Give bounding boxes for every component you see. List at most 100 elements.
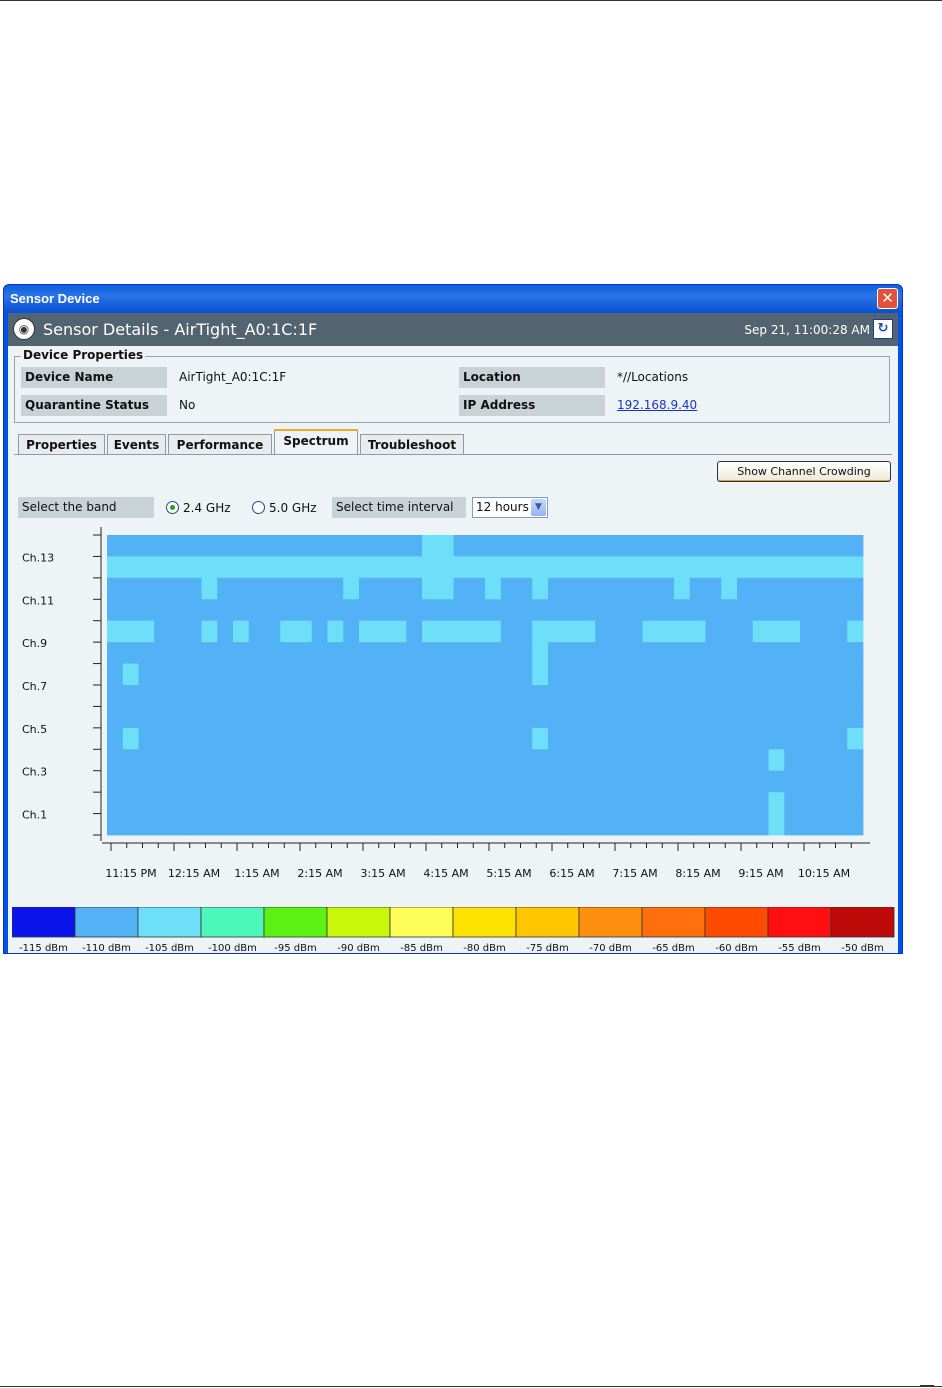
heatmap-cell [201, 813, 218, 836]
heatmap-cell [359, 663, 376, 686]
heatmap-cell [170, 663, 187, 686]
heatmap-cell [705, 792, 722, 814]
heatmap-cell [532, 813, 549, 836]
legend-label: -75 dBm [526, 943, 568, 953]
heatmap-cell [343, 556, 360, 579]
tab-divider [14, 454, 892, 455]
heatmap-cell [437, 792, 454, 814]
heatmap-cell [185, 813, 202, 836]
x-tick-label: 12:15 AM [168, 867, 220, 880]
heatmap-cell [217, 642, 234, 664]
heatmap-cell [296, 727, 313, 750]
band-radio-2-4ghz-label[interactable]: 2.4 GHz [183, 501, 231, 515]
heatmap-cell [548, 770, 565, 793]
heatmap-cell [201, 577, 218, 600]
heatmap-cell [406, 663, 423, 686]
heatmap-cell [217, 749, 234, 772]
tab-properties[interactable]: Properties [18, 434, 105, 455]
heatmap-cell [532, 792, 549, 814]
refresh-icon[interactable]: ↻ [873, 319, 893, 339]
heatmap-cell [532, 577, 549, 600]
heatmap-cell [122, 685, 139, 707]
heatmap-cell [831, 706, 848, 729]
tab-troubleshoot[interactable]: Troubleshoot [360, 434, 464, 455]
heatmap-cell [185, 770, 202, 793]
heatmap-cell [611, 749, 628, 772]
heatmap-cell [170, 599, 187, 622]
heatmap-cell [705, 642, 722, 664]
heatmap-cell [626, 599, 643, 622]
legend-swatch [263, 907, 328, 938]
heatmap-cell [154, 685, 171, 707]
heatmap-cell [642, 685, 659, 707]
heatmap-cell [548, 685, 565, 707]
heatmap-cell [170, 770, 187, 793]
band-radio-5-0ghz[interactable] [252, 501, 265, 514]
heatmap-cell [752, 599, 769, 622]
heatmap-cell [154, 749, 171, 772]
heatmap-cell [815, 749, 832, 772]
tab-performance[interactable]: Performance [168, 434, 272, 455]
heatmap-cell [296, 792, 313, 814]
band-radio-5-0ghz-label[interactable]: 5.0 GHz [269, 501, 317, 515]
heatmap-cell [107, 792, 124, 814]
heatmap-cell [579, 642, 596, 664]
heatmap-cell [406, 749, 423, 772]
heatmap-cell [311, 556, 328, 579]
heatmap-cell [469, 642, 486, 664]
time-interval-select[interactable]: 12 hours ▼ [472, 497, 548, 518]
heatmap-cell [737, 620, 754, 643]
heatmap-cell [611, 706, 628, 729]
heatmap-cell [611, 792, 628, 814]
heatmap-cell [422, 642, 439, 664]
heatmap-cell [390, 599, 407, 622]
close-icon[interactable]: ✕ [877, 288, 898, 309]
heatmap-cell [705, 577, 722, 600]
legend-labels: -115 dBm -110 dBm -105 dBm -100 dBm -95 dBm -… [19, 943, 884, 953]
heatmap-cell [327, 770, 344, 793]
window-titlebar[interactable]: Sensor Device ✕ [4, 285, 902, 312]
heatmap-cell [815, 685, 832, 707]
show-channel-crowding-button[interactable]: Show Channel Crowding [717, 461, 891, 482]
tab-events[interactable]: Events [107, 434, 166, 455]
heatmap-cell [185, 620, 202, 643]
location-value: *//Locations [617, 370, 689, 384]
heatmap-cell [500, 727, 517, 750]
heatmap-cell [500, 685, 517, 707]
heatmap-cell [359, 535, 376, 557]
band-label: Select the band [18, 497, 154, 518]
heatmap-cell [264, 749, 281, 772]
heatmap-cell [264, 813, 281, 836]
heatmap-cell [374, 663, 391, 686]
heatmap-cell [233, 770, 250, 793]
heatmap-cell [154, 792, 171, 814]
heatmap-cell [122, 706, 139, 729]
heatmap-cell [847, 599, 864, 622]
heatmap-cell [422, 535, 439, 557]
heatmap-cell [595, 620, 612, 643]
heatmap-cell [406, 813, 423, 836]
heatmap-cell [579, 749, 596, 772]
heatmap-cell [453, 770, 470, 793]
heatmap-cell [233, 685, 250, 707]
heatmap-cell [516, 577, 533, 600]
heatmap-cell [107, 535, 124, 557]
tab-spectrum[interactable]: Spectrum [274, 429, 358, 454]
heatmap-cell [233, 556, 250, 579]
band-radio-2-4ghz[interactable] [166, 501, 179, 514]
heatmap-cell [689, 706, 706, 729]
ip-address-link[interactable]: 192.168.9.40 [617, 395, 697, 416]
heatmap-cell [280, 642, 297, 664]
chevron-down-icon[interactable]: ▼ [531, 499, 546, 516]
heatmap-cell [705, 599, 722, 622]
legend-swatch [515, 907, 580, 938]
legend-swatch [389, 907, 454, 938]
heatmap-cell [737, 642, 754, 664]
heatmap-cell [626, 770, 643, 793]
heatmap-cell [563, 577, 580, 600]
heatmap-cell [611, 727, 628, 750]
heatmap-cell [831, 749, 848, 772]
heatmap-cell [453, 685, 470, 707]
heatmap-cell [406, 620, 423, 643]
heatmap-cell [674, 792, 691, 814]
